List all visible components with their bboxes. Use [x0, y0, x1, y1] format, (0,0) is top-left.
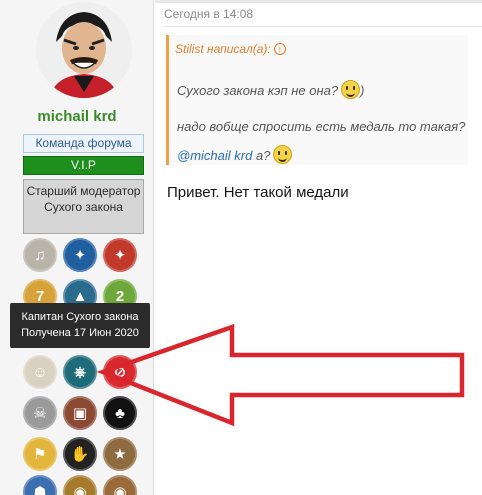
post-date[interactable]: Сегодня в 14:08 — [164, 7, 253, 21]
smile-icon — [341, 80, 361, 99]
user-mention-link[interactable]: @michail krd — [177, 148, 252, 163]
username[interactable]: michail krd — [0, 108, 154, 125]
tooltip-medal-date: Получена 17 Июн 2020 — [21, 327, 139, 339]
medal-tooltip: Капитан Сухого закона Получена 17 Июн 20… — [10, 303, 150, 348]
quote-text: Сухого закона кэп не она? — [177, 83, 339, 98]
tooltip-medal-title: Капитан Сухого закона — [21, 311, 139, 323]
top-divider — [155, 0, 482, 3]
post-message: Привет. Нет такой медали — [167, 184, 349, 201]
smile-icon — [273, 145, 293, 164]
badge-forum-team: Команда форума — [23, 134, 144, 153]
no-alcohol-medal-icon[interactable]: ⊘ — [103, 355, 137, 389]
skull-medal-icon[interactable]: ☠ — [23, 396, 57, 430]
badge-senior-moderator: Старший модератор Сухого закона — [23, 179, 144, 234]
quote-line: Сухого закона кэп не она?) — [177, 80, 364, 99]
avatar-image — [36, 2, 132, 98]
gramophone-medal-icon[interactable]: ♫ — [23, 238, 57, 272]
quote-text: а? — [252, 148, 271, 163]
hand-medal-icon[interactable]: ✋ — [63, 437, 97, 471]
avatar[interactable] — [36, 2, 132, 98]
quote-line: @michail krd а? — [177, 145, 293, 164]
jump-to-quote-icon[interactable]: ↑ — [273, 43, 286, 55]
gold-medal-icon[interactable]: ◉ — [63, 475, 97, 495]
star-medal-icon[interactable]: ★ — [103, 437, 137, 471]
group-medal-icon[interactable]: ☗ — [23, 475, 57, 495]
ship-wheel-medal-icon[interactable]: ⎈ — [63, 355, 97, 389]
quote-line: надо вобще спросить есть медаль то такая… — [177, 119, 466, 134]
clubs-medal-icon[interactable]: ♣ — [103, 396, 137, 430]
flag-medal-icon[interactable]: ⚑ — [23, 437, 57, 471]
quote-author[interactable]: Stilist написал(а): ↑ — [175, 42, 286, 56]
suitcase-medal-icon[interactable]: ▣ — [63, 396, 97, 430]
captain-medal-icon[interactable]: ☺ — [23, 355, 57, 389]
bronze-medal-icon[interactable]: ◉ — [103, 475, 137, 495]
quote-author-label: Stilist написал(а): — [175, 42, 271, 56]
user-sidebar: michail krd Команда форума V.I.P Старший… — [0, 0, 154, 495]
red-ornament-medal-icon[interactable]: ✦ — [103, 238, 137, 272]
badge-vip: V.I.P — [23, 156, 144, 175]
post-header-divider — [164, 26, 482, 27]
quote-text-suffix: ) — [360, 83, 365, 98]
blue-ornament-medal-icon[interactable]: ✦ — [63, 238, 97, 272]
